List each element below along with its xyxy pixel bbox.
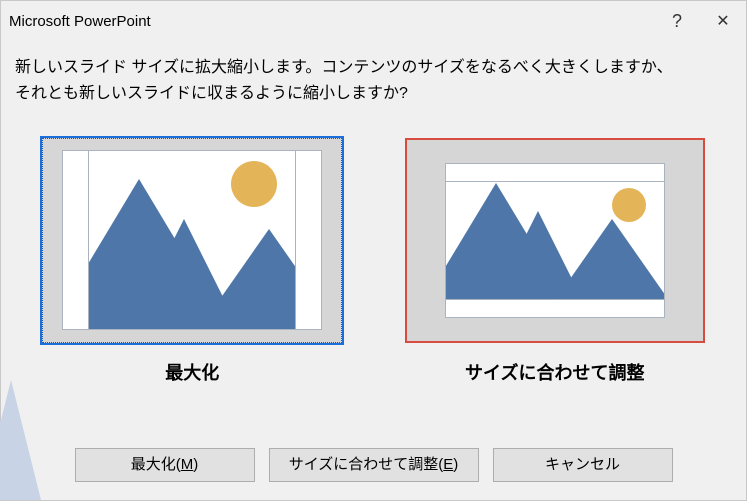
close-button[interactable]: ✕ (700, 1, 746, 41)
maximize-illustration (62, 150, 322, 330)
option-ensure-fit: サイズに合わせて調整 (385, 138, 725, 385)
option-label-ensure-fit: サイズに合わせて調整 (465, 359, 644, 385)
dialog-title: Microsoft PowerPoint (9, 13, 654, 30)
ensure-fit-button[interactable]: サイズに合わせて調整(E) (269, 448, 479, 482)
option-maximize: 最大化 (22, 138, 362, 385)
maximize-button[interactable]: 最大化(M) (75, 448, 255, 482)
option-label-maximize: 最大化 (165, 359, 219, 385)
options-row: 最大化 サイズに合わせて調整 (1, 108, 746, 385)
option-card-maximize[interactable] (42, 138, 342, 343)
option-card-ensure-fit[interactable] (405, 138, 705, 343)
button-row: 最大化(M) サイズに合わせて調整(E) キャンセル (1, 448, 746, 482)
titlebar: Microsoft PowerPoint ? ✕ (1, 1, 746, 41)
sun-icon (612, 188, 646, 222)
ensure-fit-illustration (445, 163, 665, 318)
help-button[interactable]: ? (654, 1, 700, 41)
sun-icon (231, 161, 277, 207)
cancel-button[interactable]: キャンセル (493, 448, 673, 482)
dialog-message: 新しいスライド サイズに拡大縮小します。コンテンツのサイズをなるべく大きくします… (1, 41, 746, 108)
